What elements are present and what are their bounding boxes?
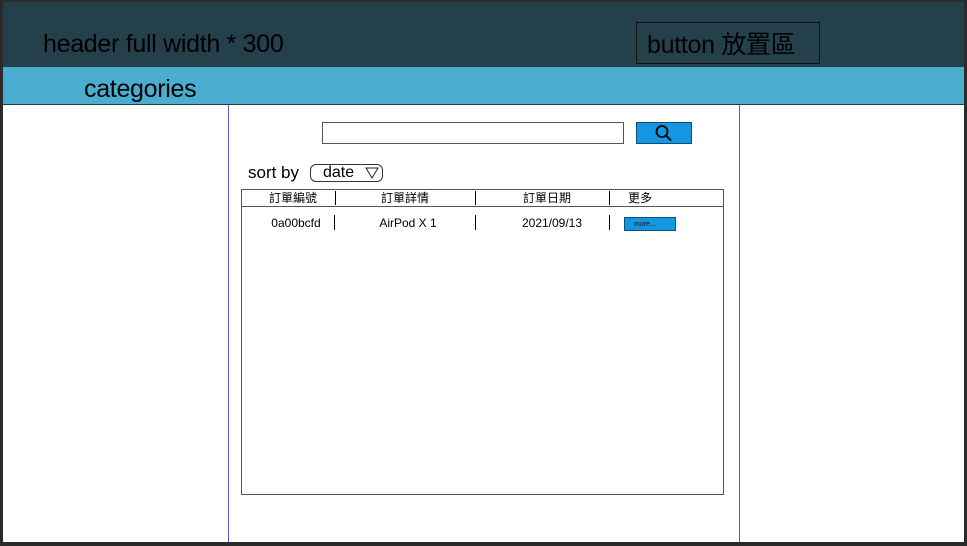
- column-divider: [609, 191, 610, 205]
- table-header: 訂單編號 訂單詳情 訂單日期 更多: [242, 190, 723, 207]
- categories-bar: categories: [3, 66, 964, 105]
- sort-select[interactable]: date: [310, 164, 383, 182]
- order-id-cell: 0a00bcfd: [271, 216, 321, 230]
- search-input[interactable]: [322, 122, 624, 144]
- search-icon: [655, 125, 672, 142]
- column-header-details: 訂單詳情: [380, 191, 429, 205]
- order-details-cell: AirPod X 1: [379, 216, 437, 230]
- column-header-more: 更多: [627, 191, 652, 205]
- search-button[interactable]: [636, 122, 692, 144]
- column-header-order-id: 訂單編號: [268, 191, 317, 205]
- column-divider: [475, 215, 476, 230]
- column-divider: [475, 191, 476, 205]
- triangle-down-icon: [365, 167, 379, 179]
- page: header full width * 300 button 放置區 categ…: [3, 2, 964, 542]
- sort-label: sort by: [248, 163, 300, 182]
- orders-table: 訂單編號 訂單詳情 訂單日期 更多 0a00bcfd AirPod X 1 20…: [241, 189, 724, 495]
- column-divider: [334, 215, 335, 230]
- column-divider: [335, 191, 336, 205]
- categories-label[interactable]: categories: [84, 75, 197, 104]
- header: header full width * 300 button 放置區: [3, 2, 964, 66]
- more-button[interactable]: more...: [624, 217, 676, 231]
- sort-selected-value: date: [323, 164, 355, 181]
- main-content: sort by date 訂單編號 訂單詳情 訂單日期 更多 0a00bcfd …: [228, 105, 740, 542]
- column-header-date: 訂單日期: [522, 191, 571, 205]
- header-button-area[interactable]: button 放置區: [636, 22, 820, 64]
- order-date-cell: 2021/09/13: [521, 216, 583, 230]
- column-divider: [609, 215, 610, 230]
- header-title: header full width * 300: [43, 30, 284, 58]
